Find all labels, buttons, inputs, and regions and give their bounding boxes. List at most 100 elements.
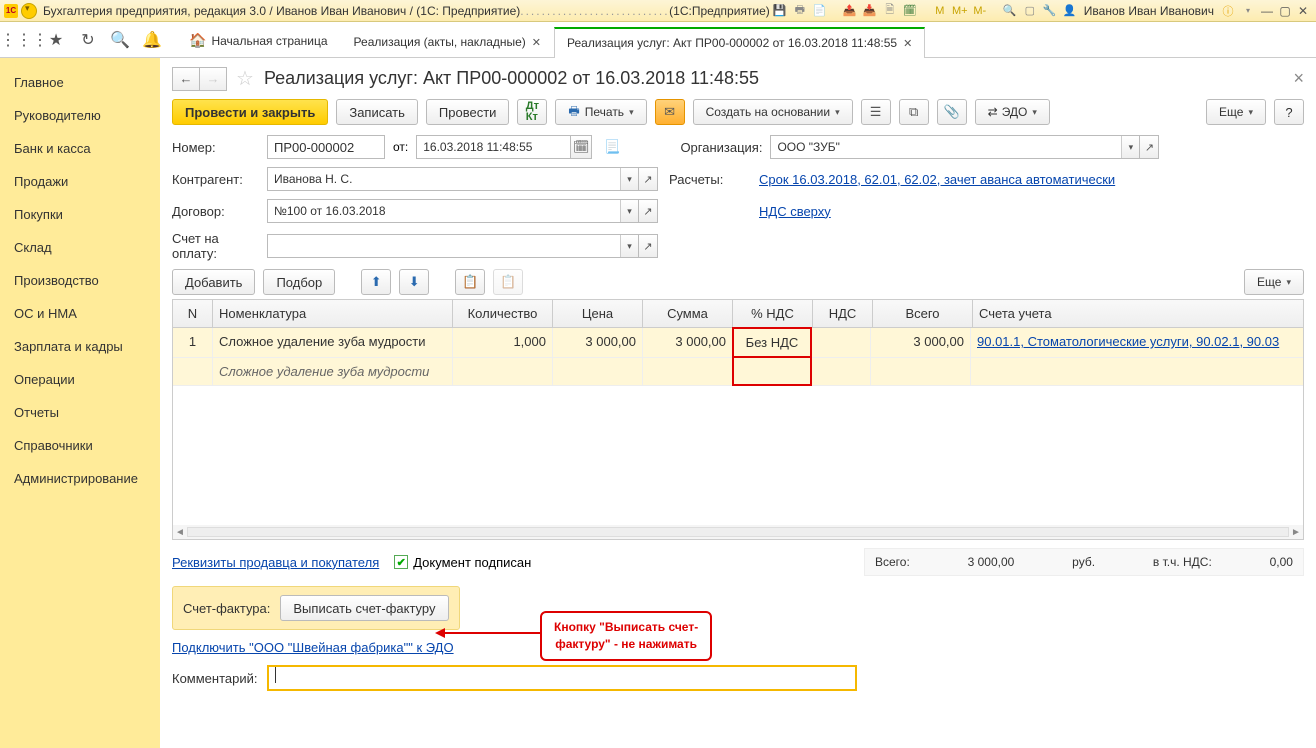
receive-icon[interactable]: 📥 (862, 3, 878, 19)
nav-operations[interactable]: Операции (0, 363, 160, 396)
nav-catalogs[interactable]: Справочники (0, 429, 160, 462)
invoice-acc-select[interactable]: ▾ ↗ (267, 234, 639, 258)
pick-button[interactable]: Подбор (263, 269, 335, 295)
info-icon[interactable]: ⓘ (1220, 3, 1236, 19)
open-ref-icon[interactable]: ↗ (638, 234, 658, 258)
paste-button[interactable]: 📋 (493, 269, 523, 295)
number-input[interactable]: ПР00-000002 (267, 135, 385, 159)
doc-icon[interactable]: 📄 (812, 3, 828, 19)
edo-button[interactable]: ⇄ЭДО▾ (975, 99, 1050, 125)
save-icon[interactable]: 💾 (772, 3, 788, 19)
horizontal-scrollbar[interactable]: ◄ ► (173, 525, 1303, 539)
print-icon[interactable]: 🖶 (792, 3, 808, 19)
copy-button[interactable]: 📋 (455, 269, 485, 295)
scroll-left-icon[interactable]: ◄ (173, 527, 187, 538)
move-up-button[interactable]: ⬆ (361, 269, 391, 295)
nav-sales[interactable]: Продажи (0, 165, 160, 198)
col-nom[interactable]: Номенклатура (213, 300, 453, 327)
apps-icon[interactable]: ⋮⋮⋮ (12, 28, 36, 52)
nav-bank[interactable]: Банк и касса (0, 132, 160, 165)
print-button[interactable]: 🖶Печать▾ (555, 99, 646, 125)
add-row-button[interactable]: Добавить (172, 269, 255, 295)
close-icon[interactable]: ✕ (903, 37, 912, 50)
col-vat[interactable]: НДС (813, 300, 873, 327)
back-button[interactable]: ← (172, 67, 200, 91)
nav-assets[interactable]: ОС и НМА (0, 297, 160, 330)
contractor-select[interactable]: Иванова Н. С. ▾ ↗ (267, 167, 639, 191)
vat-mode-link[interactable]: НДС сверху (759, 204, 831, 219)
chevron-down-icon[interactable]: ▾ (620, 200, 638, 222)
forward-button[interactable]: → (199, 67, 227, 91)
col-sum[interactable]: Сумма (643, 300, 733, 327)
help-button[interactable]: ? (1274, 99, 1304, 125)
accounts-link[interactable]: 90.01.1, Стоматологические услуги, 90.02… (977, 334, 1279, 349)
issue-invoice-button[interactable]: Выписать счет-фактуру (280, 595, 448, 621)
nav-reports[interactable]: Отчеты (0, 396, 160, 429)
bell-icon[interactable]: 🔔 (140, 28, 164, 52)
nav-hr[interactable]: Зарплата и кадры (0, 330, 160, 363)
attach-button[interactable]: 📎 (937, 99, 967, 125)
tab-home[interactable]: 🏠 Начальная страница (176, 24, 341, 57)
main-menu-dropdown[interactable] (21, 3, 37, 19)
nav-warehouse[interactable]: Склад (0, 231, 160, 264)
nav-main[interactable]: Главное (0, 66, 160, 99)
close-icon[interactable]: ✕ (532, 36, 541, 49)
col-qty[interactable]: Количество (453, 300, 553, 327)
history-icon[interactable]: ↻ (76, 28, 100, 52)
scroll-right-icon[interactable]: ► (1289, 527, 1303, 538)
favorite-icon[interactable]: ★ (44, 28, 68, 52)
col-n[interactable]: N (173, 300, 213, 327)
date-input[interactable]: 16.03.2018 11:48:55 (416, 135, 571, 159)
dtkt-button[interactable]: ДтКт (517, 99, 547, 125)
table-subrow[interactable]: Сложное удаление зуба мудрости (173, 357, 1303, 385)
tool-icon[interactable]: 🔧 (1042, 3, 1058, 19)
close-button[interactable]: ✕ (1294, 3, 1312, 19)
connect-edo-link[interactable]: Подключить "ООО "Швейная фабрика"" к ЭДО (172, 640, 454, 655)
table-more-button[interactable]: Еще▾ (1244, 269, 1304, 295)
calendar-picker-icon[interactable]: 🗓 (570, 135, 592, 159)
org-select[interactable]: ООО "ЗУБ" ▾ ↗ (770, 135, 1140, 159)
structure-button[interactable]: ☰ (861, 99, 891, 125)
open-ref-icon[interactable]: ↗ (638, 167, 658, 191)
tab-document[interactable]: Реализация услуг: Акт ПР00-000002 от 16.… (554, 27, 925, 58)
related-button[interactable]: ⧉ (899, 99, 929, 125)
chevron-down-icon[interactable]: ▾ (1121, 136, 1139, 158)
search-icon[interactable]: 🔍 (108, 28, 132, 52)
favorite-toggle[interactable]: ☆ (236, 66, 254, 91)
contract-select[interactable]: №100 от 16.03.2018 ▾ ↗ (267, 199, 639, 223)
seller-buyer-link[interactable]: Реквизиты продавца и покупателя (172, 555, 379, 570)
col-total[interactable]: Всего (873, 300, 973, 327)
maximize-button[interactable]: ▢ (1276, 3, 1294, 19)
chevron-down-icon[interactable]: ▾ (620, 168, 638, 190)
mail-button[interactable]: ✉ (655, 99, 685, 125)
nav-admin[interactable]: Администрирование (0, 462, 160, 495)
write-button[interactable]: Записать (336, 99, 418, 125)
window-icon[interactable]: ▢ (1022, 3, 1038, 19)
scroll-track[interactable] (187, 527, 1289, 537)
m-plus-icon[interactable]: M+ (952, 3, 968, 19)
m-icon[interactable]: M (932, 3, 948, 19)
send-icon[interactable]: 📤 (842, 3, 858, 19)
calc-link[interactable]: Срок 16.03.2018, 62.01, 62.02, зачет ава… (759, 172, 1115, 187)
post-button[interactable]: Провести (426, 99, 510, 125)
move-down-button[interactable]: ⬇ (399, 269, 429, 295)
open-ref-icon[interactable]: ↗ (638, 199, 658, 223)
zoom-icon[interactable]: 🔍 (1002, 3, 1018, 19)
signed-checkbox[interactable]: ✔ (394, 555, 408, 569)
compare-icon[interactable]: 🗎 (882, 3, 898, 19)
close-page-button[interactable]: × (1293, 68, 1304, 89)
col-vatp[interactable]: % НДС (733, 300, 813, 327)
col-price[interactable]: Цена (553, 300, 643, 327)
more-button[interactable]: Еще▾ (1206, 99, 1266, 125)
post-and-close-button[interactable]: Провести и закрыть (172, 99, 328, 125)
minimize-button[interactable]: — (1258, 3, 1276, 19)
col-acc[interactable]: Счета учета (973, 300, 1303, 327)
m-minus-icon[interactable]: M- (972, 3, 988, 19)
comment-input[interactable] (267, 665, 857, 691)
nav-manager[interactable]: Руководителю (0, 99, 160, 132)
tab-sales-list[interactable]: Реализация (акты, накладные) ✕ (341, 27, 554, 57)
open-ref-icon[interactable]: ↗ (1139, 135, 1159, 159)
chevron-down-icon[interactable]: ▾ (620, 235, 638, 257)
info-dropdown[interactable]: ▾ (1240, 3, 1256, 19)
table-row[interactable]: 1 Сложное удаление зуба мудрости 1,000 3… (173, 328, 1303, 357)
